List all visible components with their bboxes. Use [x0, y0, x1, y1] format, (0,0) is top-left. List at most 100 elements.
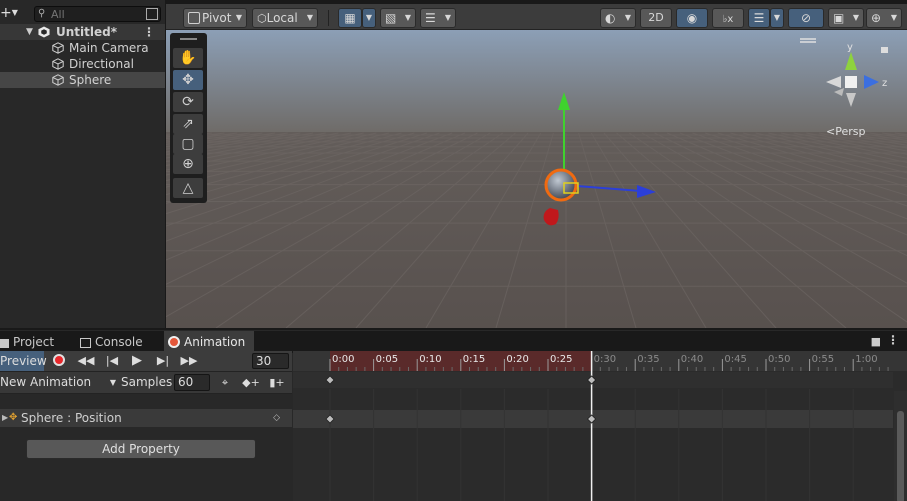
animation-clip-controls: New Animation ▼ Samples 60 ⌖ ◆+ ▮+: [0, 372, 292, 394]
audio-toggle[interactable]: ♭x: [712, 8, 744, 28]
cube-icon: ⬡: [257, 12, 267, 25]
effects-dropdown[interactable]: ▼: [770, 8, 784, 28]
add-keyframe-button[interactable]: ◆+: [240, 373, 262, 392]
step-back-icon: |◀: [105, 354, 119, 367]
hierarchy-item-main-camera[interactable]: Main Camera: [0, 40, 165, 56]
bottom-tabs: Project Console Animation ■ ⋮: [0, 331, 907, 353]
add-property-button[interactable]: Add Property: [26, 439, 256, 459]
first-keyframe-button[interactable]: ◀◀: [74, 351, 98, 371]
keyframe-diamond-icon[interactable]: ◇: [273, 409, 280, 427]
scene-view[interactable]: y z: [166, 30, 907, 328]
draw-mode-button[interactable]: ◐ ▼: [600, 8, 636, 28]
transform-icon: ⊕: [182, 156, 194, 172]
animation-timeline[interactable]: 0:00 0:05 0:10 0:15 0:20 0:25 0:30 0:35 0:40 0:45…: [293, 351, 907, 501]
clip-dropdown[interactable]: New Animation ▼: [0, 373, 118, 392]
snap-increment-button[interactable]: ▧ ▼: [380, 8, 416, 28]
samples-field[interactable]: 60: [174, 374, 210, 391]
current-frame-field[interactable]: 30: [252, 353, 289, 369]
transform-tool-button[interactable]: ⊕: [173, 154, 203, 174]
grid-dropdown[interactable]: ▼: [362, 8, 376, 28]
grid-snap-toggle[interactable]: ▦: [338, 8, 362, 28]
scene-menu-icon[interactable]: ⋮: [143, 24, 155, 40]
hand-tool-button[interactable]: ✋: [173, 48, 203, 68]
gameobject-cube-icon: [52, 42, 64, 54]
move-tool-button[interactable]: ✥: [173, 70, 203, 90]
preview-toggle[interactable]: Preview: [0, 351, 47, 371]
hierarchy-search[interactable]: ⚲: [34, 6, 161, 22]
gizmo-center-cube[interactable]: [845, 76, 857, 88]
rotate-tool-button[interactable]: ⟳: [173, 92, 203, 112]
expand-arrow-icon[interactable]: ▶: [2, 409, 8, 427]
play-button[interactable]: ▶: [125, 351, 149, 371]
keyframe-diamond-icon[interactable]: [325, 414, 335, 424]
sphere-object[interactable]: [544, 168, 578, 202]
video-camera-icon: ▣: [833, 11, 845, 25]
scrollbar-thumb[interactable]: [897, 411, 904, 501]
perspective-label[interactable]: <Persp: [826, 125, 865, 138]
tools-palette: ✋ ✥ ⟳ ⇗ ▢ ⊕ △: [170, 33, 207, 203]
transform-axes-icon: ✥: [9, 412, 18, 423]
lightbulb-icon: ◉: [686, 11, 698, 25]
palette-handle[interactable]: [180, 38, 197, 40]
rect-icon: ▢: [181, 136, 195, 152]
add-event-button[interactable]: ▮+: [266, 373, 288, 392]
record-button[interactable]: [47, 351, 71, 371]
eye-slash-icon: ⊘: [800, 11, 812, 25]
play-icon: ▶: [132, 353, 142, 368]
lighting-toggle[interactable]: ◉: [676, 8, 708, 28]
filter-selection-button[interactable]: ⌖: [214, 373, 236, 392]
custom-tool-icon: △: [182, 180, 194, 196]
step-forward-icon: ▶|: [156, 354, 170, 367]
timeline-scrollbar[interactable]: [894, 391, 907, 501]
mode-2d-button[interactable]: 2D: [640, 8, 672, 28]
gameobject-cube-icon: [52, 58, 64, 70]
scale-tool-button[interactable]: ⇗: [173, 114, 203, 134]
property-row-sphere-position[interactable]: ▶ ✥ Sphere : Position ◇: [0, 409, 292, 427]
gizmo-y-label: y: [847, 42, 853, 53]
scene-root-row[interactable]: ▼ Untitled* ⋮: [0, 24, 165, 40]
keyframe-diamond-icon[interactable]: [325, 375, 335, 385]
keyframe-diamond-icon[interactable]: [587, 414, 597, 424]
custom-tool-button[interactable]: △: [173, 178, 203, 198]
hierarchy-item-directional-light[interactable]: Directional Light: [0, 56, 165, 87]
add-object-button[interactable]: +▼: [0, 6, 24, 22]
gizmos-button[interactable]: ⊕ ▼: [866, 8, 902, 28]
skip-end-icon: ▶▶: [180, 354, 198, 367]
panel-menu-icon[interactable]: ⋮: [887, 333, 899, 347]
timeline-overlay: [325, 351, 889, 501]
rect-tool-button[interactable]: ▢: [173, 134, 203, 154]
search-input[interactable]: [51, 7, 141, 21]
tab-project[interactable]: Project: [0, 331, 70, 353]
grid-icon: ▦: [344, 11, 356, 25]
prev-keyframe-button[interactable]: |◀: [100, 351, 124, 371]
ruler-snap-button[interactable]: ☰ ▼: [420, 8, 456, 28]
chevron-down-icon: ▼: [109, 378, 116, 387]
shading-sphere-icon: ◐: [605, 11, 616, 25]
next-keyframe-button[interactable]: ▶|: [151, 351, 175, 371]
keyframe-diamond-icon[interactable]: [587, 375, 597, 385]
expand-arrow-icon[interactable]: ▼: [26, 24, 33, 40]
lock-icon[interactable]: ■: [871, 335, 881, 348]
tab-console[interactable]: Console: [80, 331, 160, 353]
add-keyframe-icon: ◆+: [242, 376, 260, 389]
animation-property-list: ▶ ✥ Sphere : Position ◇ Add Property: [0, 394, 292, 501]
hierarchy-item-sphere[interactable]: Sphere: [0, 72, 165, 88]
local-toggle[interactable]: ⬡Local ▼: [252, 8, 318, 28]
console-icon: [80, 338, 91, 348]
scene-canvas[interactable]: y z: [166, 30, 907, 328]
pivot-toggle[interactable]: Pivot ▼: [183, 8, 247, 28]
separator: [328, 10, 329, 26]
tab-animation[interactable]: Animation: [164, 331, 254, 353]
gizmo-icon: ⊕: [871, 11, 882, 25]
last-keyframe-button[interactable]: ▶▶: [177, 351, 201, 371]
chevron-down-icon: ▼: [306, 13, 313, 22]
scene-visibility-icon[interactable]: [146, 8, 158, 20]
snap-icon: ▧: [385, 11, 397, 25]
add-event-icon: ▮+: [269, 376, 285, 389]
hidden-objects-toggle[interactable]: ⊘: [788, 8, 824, 28]
gizmo-lock-icon[interactable]: [881, 47, 888, 53]
effects-toggle[interactable]: ☰: [748, 8, 770, 28]
camera-settings-button[interactable]: ▣ ▼: [828, 8, 864, 28]
chevron-down-icon: ▼: [404, 13, 411, 22]
scene-name: Untitled*: [56, 25, 117, 39]
